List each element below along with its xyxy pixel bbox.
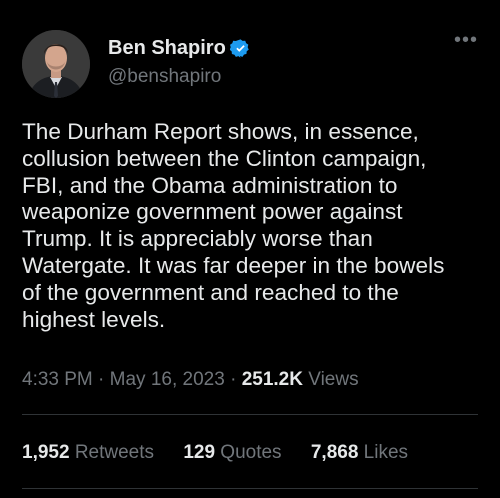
tweet-meta: 4:33 PM · May 16, 2023 · 251.2K Views	[22, 369, 359, 391]
likes-count: 7,868	[310, 442, 359, 463]
quotes-label: Quotes	[220, 442, 282, 463]
quotes-count: 129	[183, 442, 216, 463]
author-names: Ben Shapiro @benshapiro	[108, 36, 251, 89]
likes-stat[interactable]: 7,868 Likes	[311, 442, 408, 464]
divider	[22, 414, 478, 415]
more-horizontal-icon[interactable]: •••	[454, 30, 478, 50]
likes-label: Likes	[363, 442, 409, 463]
author-name[interactable]: Ben Shapiro	[108, 36, 226, 60]
views-label: Views	[308, 369, 359, 390]
quotes-stat[interactable]: 129 Quotes	[183, 442, 281, 464]
avatar[interactable]	[22, 30, 90, 98]
meta-separator: ·	[92, 369, 110, 390]
retweets-count: 1,952	[22, 442, 70, 463]
views-count: 251.2K	[241, 369, 303, 390]
tweet-time[interactable]: 4:33 PM	[22, 369, 93, 390]
tweet-header: Ben Shapiro @benshapiro •••	[22, 30, 482, 100]
tweet-text: The Durham Report shows, in essence, col…	[22, 119, 445, 332]
retweets-stat[interactable]: 1,952 Retweets	[22, 442, 154, 464]
divider	[22, 488, 478, 489]
tweet-card: Ben Shapiro @benshapiro ••• The Durham R…	[0, 0, 500, 498]
engagement-stats: 1,952 Retweets 129 Quotes 7,868 Likes	[22, 442, 432, 464]
retweets-label: Retweets	[74, 442, 155, 463]
author-name-row[interactable]: Ben Shapiro	[108, 36, 251, 60]
author-handle[interactable]: @benshapiro	[108, 65, 251, 89]
avatar-portrait-image	[22, 30, 90, 98]
verified-badge-icon	[229, 38, 249, 58]
meta-separator: ·	[224, 369, 242, 390]
tweet-date[interactable]: May 16, 2023	[110, 369, 225, 390]
